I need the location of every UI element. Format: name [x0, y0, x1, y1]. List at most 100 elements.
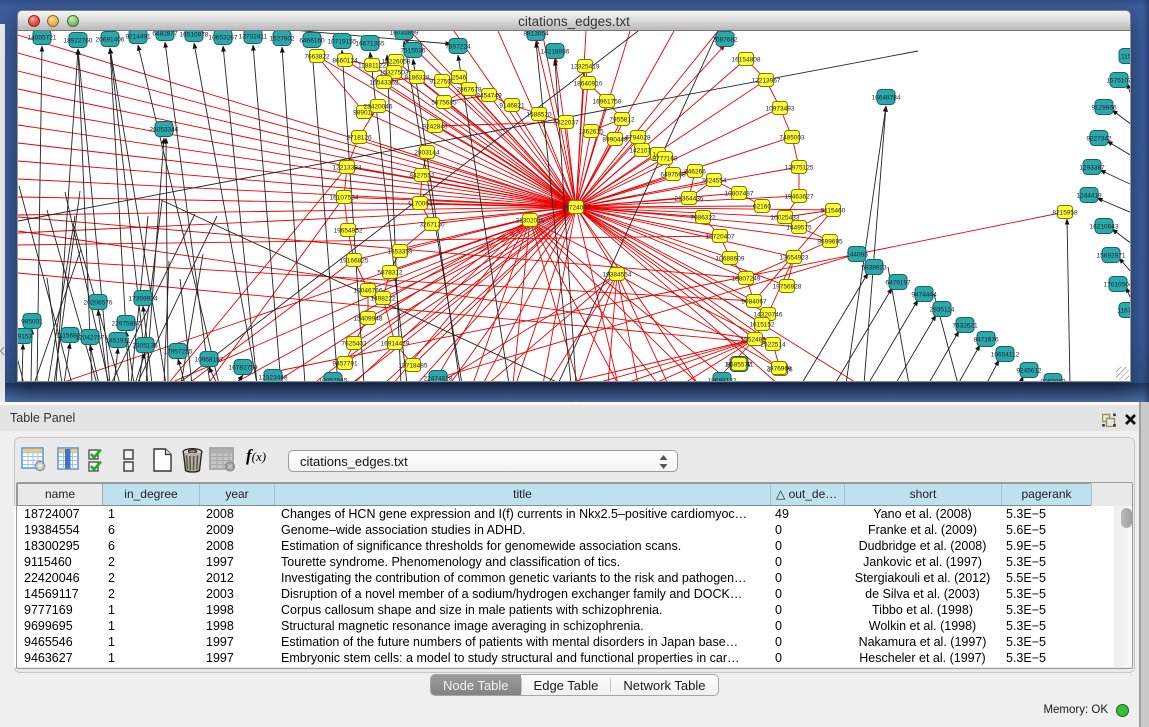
svg-text:14218986: 14218986 — [541, 48, 570, 55]
svg-text:2087682: 2087682 — [712, 36, 738, 43]
svg-text:10958187: 10958187 — [195, 356, 224, 363]
svg-text:22474828: 22474828 — [424, 375, 453, 382]
svg-text:12975125: 12975125 — [785, 164, 814, 171]
svg-text:7857224: 7857224 — [445, 43, 471, 50]
svg-text:10973493: 10973493 — [766, 105, 795, 112]
svg-text:7485003: 7485003 — [779, 134, 805, 141]
svg-text:15692971: 15692971 — [1097, 252, 1126, 259]
svg-text:746266: 746266 — [684, 168, 706, 175]
svg-text:62160: 62160 — [753, 203, 771, 210]
svg-text:8471676: 8471676 — [973, 336, 999, 343]
svg-text:1575107: 1575107 — [1106, 77, 1131, 84]
svg-text:17010504: 17010504 — [1104, 281, 1131, 288]
svg-text:15409948: 15409948 — [354, 315, 383, 322]
svg-text:19384554: 19384554 — [603, 271, 632, 278]
svg-text:10057945: 10057945 — [319, 377, 348, 382]
svg-text:16510878: 16510878 — [180, 31, 209, 38]
svg-text:7986322: 7986322 — [690, 214, 716, 221]
svg-text:7625402: 7625402 — [341, 340, 367, 347]
svg-text:16033809: 16033809 — [390, 31, 419, 36]
svg-text:15718485: 15718485 — [399, 362, 428, 369]
svg-text:8813054: 8813054 — [523, 31, 549, 37]
svg-text:12213967: 12213967 — [752, 77, 781, 84]
svg-text:9699695: 9699695 — [817, 238, 843, 245]
svg-text:7955812: 7955812 — [609, 116, 635, 123]
svg-text:1615152: 1615152 — [749, 321, 775, 328]
svg-text:17957255: 17957255 — [164, 348, 193, 355]
svg-text:13732411: 13732411 — [239, 33, 268, 40]
svg-text:2935114: 2935114 — [930, 306, 955, 313]
svg-text:5322037: 5322037 — [553, 119, 579, 126]
svg-text:26053346: 26053346 — [150, 126, 179, 133]
svg-text:1244419: 1244419 — [1076, 192, 1102, 199]
svg-text:6497568: 6497568 — [660, 171, 686, 178]
svg-text:15226058: 15226058 — [382, 58, 411, 65]
svg-text:22975887: 22975887 — [112, 320, 141, 327]
svg-text:16648784: 16648784 — [872, 94, 901, 101]
svg-text:23420046: 23420046 — [364, 103, 393, 110]
svg-text:16543362: 16543362 — [370, 79, 399, 86]
svg-text:14055721: 14055721 — [28, 34, 57, 41]
svg-text:9245612: 9245612 — [1016, 367, 1042, 374]
svg-text:9777169: 9777169 — [652, 155, 678, 162]
svg-text:21364436: 21364436 — [675, 195, 704, 202]
svg-text:16671355: 16671355 — [356, 40, 385, 47]
svg-text:13654923: 13654923 — [780, 254, 809, 261]
svg-text:21302035: 21302035 — [516, 217, 545, 224]
svg-text:12325419: 12325419 — [571, 63, 600, 70]
svg-text:10807487: 10807487 — [725, 190, 754, 197]
svg-text:1527602: 1527602 — [269, 35, 295, 42]
svg-text:19654952: 19654952 — [334, 227, 363, 234]
svg-text:2546: 2546 — [452, 74, 467, 81]
svg-text:9474444: 9474444 — [911, 291, 937, 298]
svg-text:16961758: 16961758 — [593, 98, 622, 105]
svg-text:9242848: 9242848 — [422, 123, 448, 130]
svg-text:10653267: 10653267 — [209, 34, 238, 41]
svg-text:4170061: 4170061 — [407, 200, 433, 207]
svg-text:19463627: 19463627 — [785, 193, 814, 200]
svg-text:9214491: 9214491 — [125, 33, 151, 40]
svg-text:8427552: 8427552 — [409, 172, 435, 179]
svg-text:8990448: 8990448 — [602, 136, 628, 143]
svg-text:1498222: 1498222 — [370, 295, 396, 302]
svg-text:17359924: 17359924 — [129, 295, 158, 302]
svg-text:2522514: 2522514 — [760, 341, 786, 348]
svg-text:8215958: 8215958 — [1052, 209, 1078, 216]
svg-text:5878312: 5878312 — [377, 269, 403, 276]
svg-text:1293387: 1293387 — [1079, 164, 1105, 171]
svg-text:18807249: 18807249 — [732, 275, 761, 282]
svg-text:16914479: 16914479 — [381, 340, 410, 347]
svg-text:2803144: 2803144 — [414, 149, 440, 156]
svg-text:10719155: 10719155 — [328, 38, 357, 45]
svg-text:20206576: 20206576 — [84, 299, 113, 306]
svg-text:6466160: 6466160 — [299, 37, 325, 44]
svg-text:10688609: 10688609 — [716, 255, 745, 262]
svg-text:8454749: 8454749 — [476, 92, 502, 99]
svg-text:1151: 1151 — [1121, 53, 1131, 60]
svg-text:7632621: 7632621 — [952, 322, 978, 329]
svg-text:8186328: 8186328 — [404, 74, 430, 81]
svg-text:1353359: 1353359 — [387, 248, 413, 255]
svg-text:16107534: 16107534 — [330, 194, 359, 201]
svg-text:1362615: 1362615 — [578, 128, 604, 135]
svg-text:2876966: 2876966 — [766, 365, 792, 372]
svg-text:19166825: 19166825 — [340, 257, 369, 264]
svg-text:19688132: 19688132 — [708, 377, 737, 382]
svg-text:1588520: 1588520 — [526, 111, 552, 118]
svg-text:985001: 985001 — [21, 318, 43, 325]
svg-text:8660124: 8660124 — [332, 57, 358, 64]
svg-text:16154808: 16154808 — [732, 56, 761, 63]
svg-text:5938923: 5938923 — [861, 264, 887, 271]
svg-text:144095: 144095 — [846, 251, 868, 258]
svg-text:7663822: 7663822 — [304, 53, 330, 60]
svg-text:1451911: 1451911 — [106, 337, 131, 344]
svg-text:18640910: 18640910 — [574, 80, 603, 87]
svg-text:8369062: 8369062 — [1040, 378, 1066, 382]
svg-text:3267130: 3267130 — [419, 221, 445, 228]
svg-text:12213383: 12213383 — [333, 164, 362, 171]
svg-text:6479197: 6479197 — [885, 279, 911, 286]
svg-text:9457791: 9457791 — [332, 360, 358, 367]
svg-text:9227342: 9227342 — [1086, 135, 1112, 142]
svg-text:15720407: 15720407 — [706, 233, 735, 240]
svg-text:39153: 39153 — [18, 333, 32, 340]
